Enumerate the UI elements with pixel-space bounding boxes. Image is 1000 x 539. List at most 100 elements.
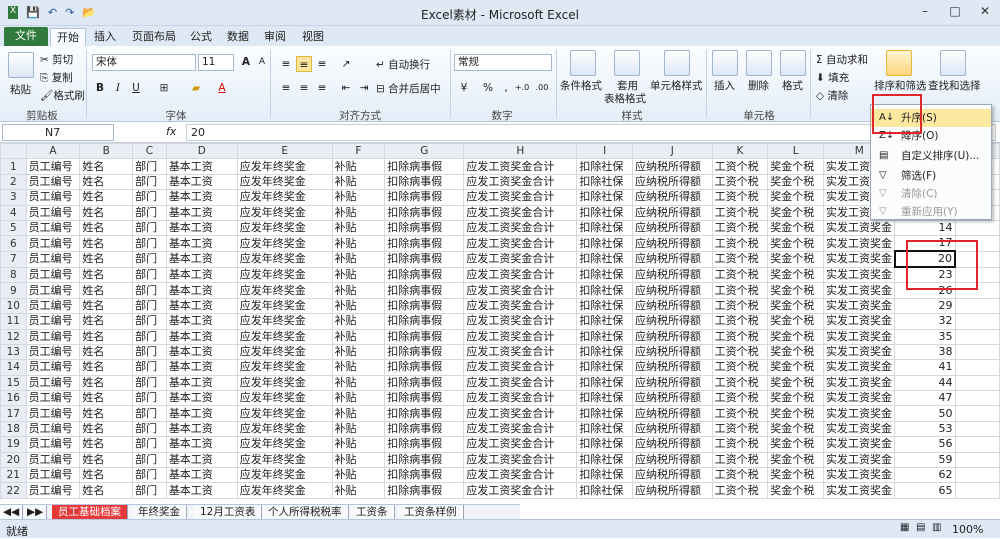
- cell[interactable]: 应发工资奖金合计: [463, 158, 578, 175]
- cell[interactable]: [954, 420, 1000, 438]
- insert-cells-icon[interactable]: [712, 50, 738, 76]
- cell[interactable]: 姓名: [79, 374, 134, 392]
- cell[interactable]: 应发年终奖金: [236, 219, 333, 237]
- filter-item[interactable]: ▽ 筛选(F): [871, 167, 991, 185]
- tab-scroll-first-icon[interactable]: ◀◀: [0, 505, 24, 520]
- find-select-button[interactable]: 查找和选择: [928, 78, 981, 93]
- cell[interactable]: 工资个税: [711, 250, 769, 268]
- cell[interactable]: 补贴: [331, 219, 386, 237]
- conditional-format-button[interactable]: 条件格式: [560, 78, 602, 93]
- font-name-select[interactable]: 宋体: [92, 54, 196, 71]
- cell[interactable]: 应发年终奖金: [236, 189, 333, 206]
- cell[interactable]: 基本工资: [165, 359, 238, 376]
- row-header[interactable]: 16: [0, 390, 27, 407]
- decrease-decimal-button[interactable]: .00: [534, 80, 550, 96]
- fill-button[interactable]: ⬇ 填充: [816, 70, 849, 85]
- cell[interactable]: 29: [894, 297, 956, 315]
- cell[interactable]: 应发年终奖金: [236, 359, 333, 376]
- sheet-tab[interactable]: 工资条: [350, 505, 395, 520]
- format-as-table-line2[interactable]: 表格格式: [604, 91, 646, 106]
- cell[interactable]: 奖金个税: [767, 282, 824, 299]
- cell[interactable]: 补贴: [331, 173, 386, 191]
- cell[interactable]: 姓名: [79, 250, 134, 268]
- cell[interactable]: 补贴: [331, 313, 386, 330]
- cell[interactable]: 姓名: [79, 420, 134, 438]
- number-format-select[interactable]: 常规: [454, 54, 552, 71]
- cell[interactable]: [954, 219, 1000, 237]
- cell[interactable]: 应发年终奖金: [236, 204, 333, 221]
- cell[interactable]: 应发工资奖金合计: [463, 313, 578, 330]
- row-header[interactable]: 2: [0, 173, 27, 191]
- cell[interactable]: 员工编号: [25, 482, 81, 499]
- sheet-tab[interactable]: 个人所得税税率: [262, 505, 349, 520]
- cell[interactable]: 32: [894, 313, 956, 330]
- cell[interactable]: 实发工资奖金: [822, 420, 896, 438]
- cell[interactable]: 部门: [132, 451, 167, 469]
- cell[interactable]: 工资个税: [711, 343, 769, 361]
- autosum-button[interactable]: Σ 自动求和: [816, 52, 868, 67]
- cell[interactable]: 姓名: [79, 482, 134, 499]
- cell[interactable]: 员工编号: [25, 436, 81, 453]
- cell[interactable]: 应纳税所得额: [632, 405, 713, 422]
- cell[interactable]: 扣除病事假: [384, 173, 465, 191]
- cell[interactable]: 扣除病事假: [384, 282, 465, 299]
- cell[interactable]: 实发工资奖金: [822, 219, 896, 237]
- conditional-format-icon[interactable]: [570, 50, 596, 76]
- row-header[interactable]: 11: [0, 313, 27, 330]
- cell[interactable]: 扣除病事假: [384, 436, 465, 453]
- view-pagebreak-icon[interactable]: ▥: [932, 522, 941, 533]
- cell[interactable]: 奖金个税: [767, 158, 824, 175]
- row-header[interactable]: 3: [0, 189, 27, 206]
- cell[interactable]: 应发工资奖金合计: [463, 173, 578, 191]
- cell[interactable]: 奖金个税: [767, 390, 824, 407]
- cell[interactable]: 扣除病事假: [384, 204, 465, 221]
- cell[interactable]: 姓名: [79, 266, 134, 284]
- cell[interactable]: 姓名: [79, 451, 134, 469]
- format-painter-button[interactable]: 🖌格式刷: [40, 88, 85, 103]
- cell[interactable]: 应发工资奖金合计: [463, 204, 578, 221]
- cell[interactable]: 应发年终奖金: [236, 420, 333, 438]
- worksheet-grid[interactable]: ABCDEFGHIJKLMNO 1员工编号姓名部门基本工资应发年终奖金补贴扣除病…: [0, 143, 1000, 519]
- cell[interactable]: 补贴: [331, 420, 386, 438]
- cell[interactable]: 工资个税: [711, 266, 769, 284]
- sort-filter-icon[interactable]: [886, 50, 912, 76]
- format-cells-button[interactable]: 格式: [782, 78, 803, 93]
- cell[interactable]: 工资个税: [711, 282, 769, 299]
- cell[interactable]: 实发工资奖金: [822, 436, 896, 453]
- cell[interactable]: 38: [894, 343, 956, 361]
- cell[interactable]: 奖金个税: [767, 173, 824, 191]
- custom-sort-item[interactable]: ▤ 自定义排序(U)...: [871, 147, 991, 165]
- indent-icon[interactable]: ⇤: [338, 80, 354, 96]
- cell[interactable]: 扣除社保: [576, 343, 634, 361]
- cell[interactable]: 姓名: [79, 359, 134, 376]
- cell[interactable]: 姓名: [79, 405, 134, 422]
- comma-button[interactable]: ,: [498, 80, 514, 96]
- name-box[interactable]: N7: [2, 124, 114, 141]
- cell[interactable]: 工资个税: [711, 173, 769, 191]
- cell[interactable]: 扣除病事假: [384, 189, 465, 206]
- cell[interactable]: 应发年终奖金: [236, 405, 333, 422]
- cell[interactable]: 员工编号: [25, 451, 81, 469]
- cell[interactable]: 扣除病事假: [384, 297, 465, 315]
- cell[interactable]: 扣除社保: [576, 189, 634, 206]
- cell[interactable]: 部门: [132, 250, 167, 268]
- cell[interactable]: 应发年终奖金: [236, 266, 333, 284]
- tab-scroll-last-icon[interactable]: ▶▶: [24, 505, 48, 520]
- cell[interactable]: 部门: [132, 467, 167, 484]
- cell[interactable]: 应发工资奖金合计: [463, 235, 578, 252]
- cell[interactable]: 部门: [132, 482, 167, 499]
- cell[interactable]: 基本工资: [165, 405, 238, 422]
- cell[interactable]: 基本工资: [165, 451, 238, 469]
- cell[interactable]: 实发工资奖金: [822, 359, 896, 376]
- cell[interactable]: 员工编号: [25, 250, 81, 268]
- cell[interactable]: 应纳税所得额: [632, 420, 713, 438]
- cell[interactable]: 应发工资奖金合计: [463, 219, 578, 237]
- minimize-button[interactable]: –: [910, 0, 940, 22]
- cell[interactable]: 员工编号: [25, 235, 81, 252]
- cell[interactable]: 应发工资奖金合计: [463, 328, 578, 345]
- currency-icon[interactable]: ¥: [456, 80, 472, 96]
- cell[interactable]: 应纳税所得额: [632, 266, 713, 284]
- row-header[interactable]: 10: [0, 297, 27, 315]
- cell[interactable]: 应发工资奖金合计: [463, 297, 578, 315]
- cell[interactable]: 部门: [132, 173, 167, 191]
